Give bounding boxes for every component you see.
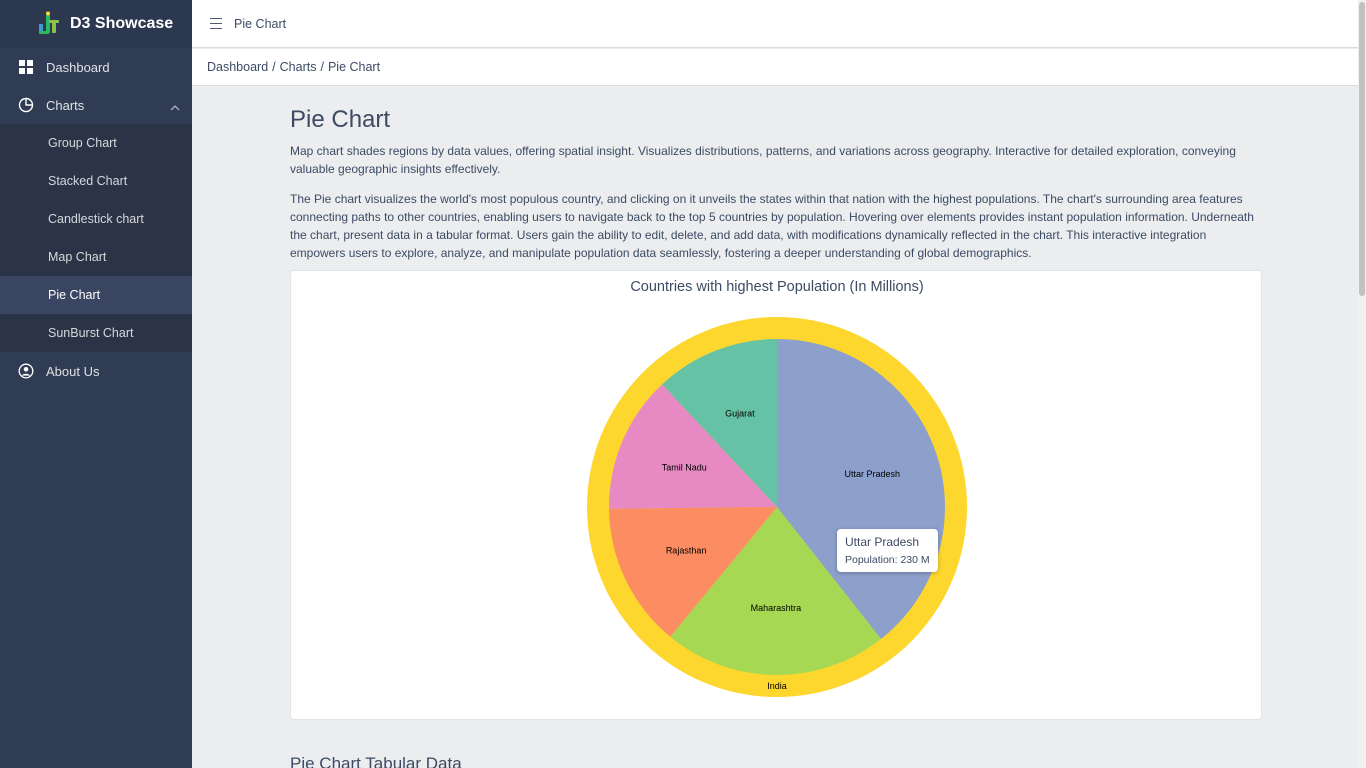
slice-label: Uttar Pradesh xyxy=(844,469,900,479)
ring-label: India xyxy=(767,681,787,691)
sidebar-item-about-us[interactable]: About Us xyxy=(0,352,192,390)
user-circle-icon xyxy=(18,363,34,379)
breadcrumb-current: Pie Chart xyxy=(327,60,381,74)
slice-label: Tamil Nadu xyxy=(662,462,707,472)
tooltip-value: Population: 230 M xyxy=(845,554,930,566)
main-content: Pie Chart Map chart shades regions by da… xyxy=(290,86,1262,720)
page-description-details: The Pie chart visualizes the world's mos… xyxy=(290,192,1254,260)
menu-toggle-icon[interactable] xyxy=(210,18,222,29)
dashboard-icon xyxy=(18,59,34,75)
brand-name: D3 Showcase xyxy=(70,15,174,32)
sidebar-item-stacked-chart[interactable]: Stacked Chart xyxy=(0,162,192,200)
breadcrumb-dashboard[interactable]: Dashboard xyxy=(207,60,268,74)
sidebar-item-charts[interactable]: Charts xyxy=(0,86,192,124)
sidebar-item-group-chart[interactable]: Group Chart xyxy=(0,124,192,162)
sidebar-item-pie-chart[interactable]: Pie Chart xyxy=(0,276,192,314)
top-header: Pie Chart xyxy=(192,0,1358,48)
sidebar: D3 Showcase Dashboard Charts Group Chart… xyxy=(0,0,192,768)
sidebar-item-sunburst-chart[interactable]: SunBurst Chart xyxy=(0,314,192,352)
header-title: Pie Chart xyxy=(234,16,287,31)
breadcrumb-charts[interactable]: Charts xyxy=(280,60,317,74)
page-description: Map chart shades regions by data values,… xyxy=(290,144,1236,176)
page-title: Pie Chart xyxy=(290,106,391,133)
page-scrollbar[interactable] xyxy=(1358,0,1366,768)
scrollbar-thumb[interactable] xyxy=(1359,2,1365,296)
slice-label: Rajasthan xyxy=(666,546,707,556)
sidebar-item-dashboard[interactable]: Dashboard xyxy=(0,48,192,86)
pie-chart: Uttar Pradesh Maharashtra Rajasthan Tamil N… xyxy=(587,317,967,697)
sidebar-item-label: Dashboard xyxy=(46,59,110,75)
chart-card: Countries with highest Population (In Mi… xyxy=(290,270,1262,720)
breadcrumb-separator: / xyxy=(320,60,324,74)
slice-label: Gujarat xyxy=(725,408,755,418)
pie-chart-icon xyxy=(18,97,34,113)
tooltip-title: Uttar Pradesh xyxy=(845,535,920,549)
sidebar-item-label: About Us xyxy=(46,363,100,379)
table-section-title: Pie Chart Tabular Data xyxy=(290,754,462,768)
chart-tooltip: Uttar Pradesh Population: 230 M xyxy=(837,529,938,572)
chevron-up-icon xyxy=(170,100,180,115)
breadcrumb: Dashboard / Charts / Pie Chart xyxy=(192,49,1358,86)
breadcrumb-separator: / xyxy=(272,60,276,74)
sidebar-item-label: Charts xyxy=(46,97,85,113)
brand-logo-icon xyxy=(36,11,62,37)
slice-label: Maharashtra xyxy=(751,603,802,613)
charts-submenu: Group Chart Stacked Chart Candlestick ch… xyxy=(0,124,192,352)
sidebar-item-candlestick-chart[interactable]: Candlestick chart xyxy=(0,200,192,238)
brand[interactable]: D3 Showcase xyxy=(0,0,192,48)
sidebar-item-map-chart[interactable]: Map Chart xyxy=(0,238,192,276)
